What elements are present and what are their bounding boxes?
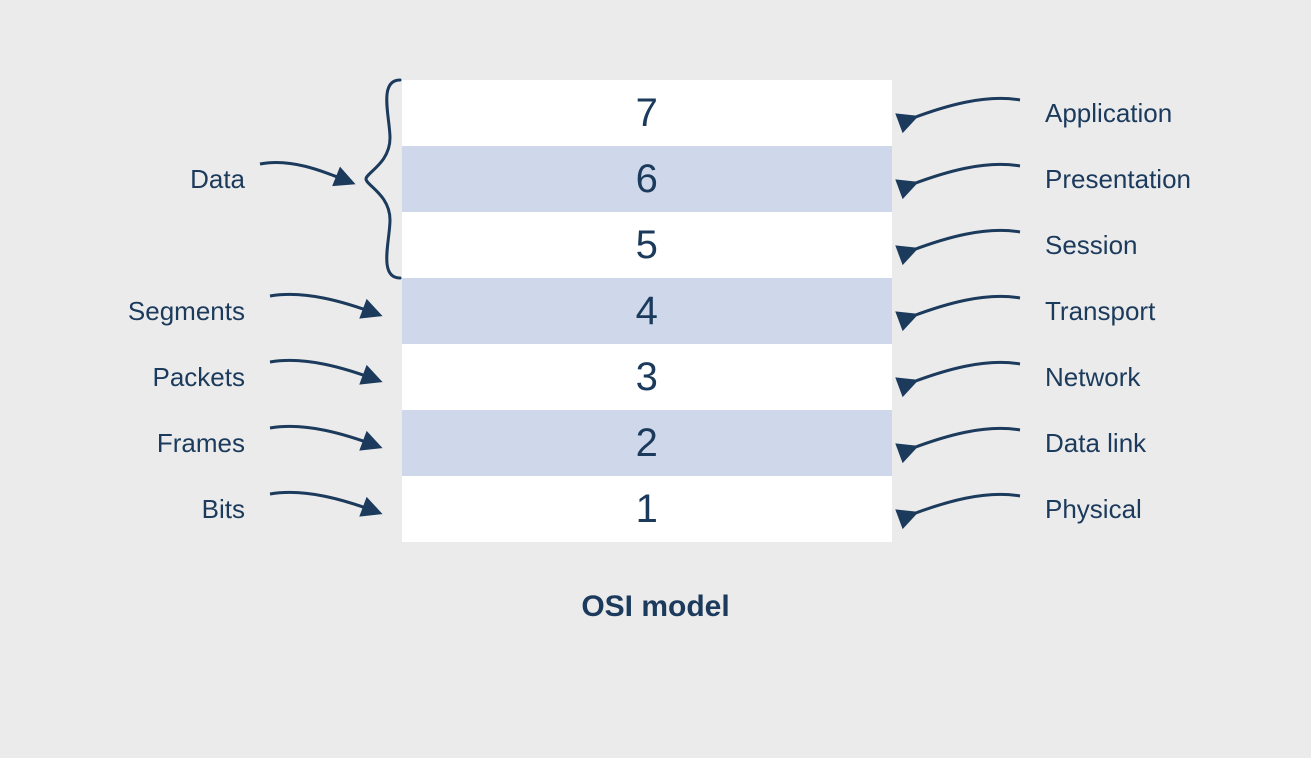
arrow-left-icon [905,292,1025,332]
layer-name-physical: Physical [1045,494,1245,525]
arrow-left-icon [905,160,1025,200]
layer-row-7: 7 [402,80,892,146]
arrow-left-icon [905,358,1025,398]
layer-name-application: Application [1045,98,1245,129]
arrow-left-icon [905,490,1025,530]
layer-name-datalink: Data link [1045,428,1245,459]
data-unit-data: Data [70,164,245,195]
layer-row-4: 4 [402,278,892,344]
diagram-title: OSI model [0,590,1311,624]
arrow-left-icon [905,226,1025,266]
arrow-left-icon [905,424,1025,464]
curly-brace-icon [360,78,402,282]
layer-row-3: 3 [402,344,892,410]
arrow-right-icon [255,158,355,198]
layer-name-session: Session [1045,230,1245,261]
data-unit-bits: Bits [70,494,245,525]
layer-row-1: 1 [402,476,892,542]
arrow-right-icon [265,290,385,330]
arrow-left-icon [905,94,1025,134]
layer-row-2: 2 [402,410,892,476]
layer-row-5: 5 [402,212,892,278]
layer-name-transport: Transport [1045,296,1245,327]
layer-row-6: 6 [402,146,892,212]
data-unit-packets: Packets [70,362,245,393]
arrow-right-icon [265,422,385,462]
arrow-right-icon [265,488,385,528]
data-unit-segments: Segments [70,296,245,327]
arrow-right-icon [265,356,385,396]
data-unit-frames: Frames [70,428,245,459]
layer-stack: 7 6 5 4 3 2 1 [402,80,892,542]
layer-name-network: Network [1045,362,1245,393]
layer-name-presentation: Presentation [1045,164,1245,195]
